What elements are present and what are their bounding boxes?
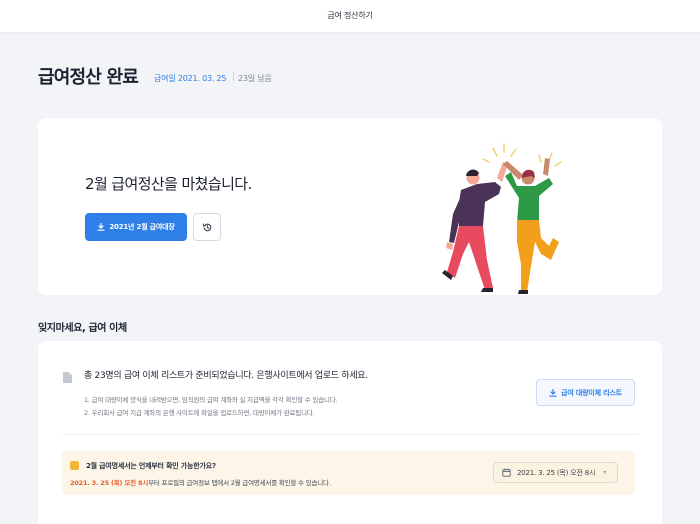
download-icon [549,388,557,397]
completion-card: 2월 급여정산을 마쳤습니다. 2021년 2월 급여대장 [38,118,662,295]
document-icon [63,372,72,383]
transfer-section-title: 잊지마세요, 급여 이체 [38,323,127,334]
transfer-title: 총 23명의 급여 이체 리스트가 준비되었습니다. 은행사이트에서 업로드 하… [84,371,368,381]
notice-highlight: 2021. 3. 25 (목) 오전 8시 [70,479,149,487]
payslip-datetime-value: 2021. 3. 25 (목) 오전 8시 [517,468,596,477]
notice-detail: 2021. 3. 25 (목) 오전 8시부터 프로필의 급여정보 탭에서 2월… [70,477,331,487]
top-bar: 급여 정산하기 [0,0,700,32]
notice-question: 2월 급여명세서는 언제부터 확인 가능한가요? [86,462,216,470]
completion-message: 2월 급여정산을 마쳤습니다. [85,175,252,193]
divider [62,434,638,435]
download-transfer-list-button[interactable]: 급여 대량이체 리스트 [536,379,635,406]
payslip-notice: 2월 급여명세서는 언제부터 확인 가능한가요? 2021. 3. 25 (목)… [62,451,635,495]
transfer-instruction-1: 1. 급여 대량이체 양식을 내려받으면, 임직원의 급여 계좌와 실 지급액을… [84,396,338,404]
payslip-datetime-select[interactable]: 2021. 3. 25 (목) 오전 8시 ▾ [493,462,618,483]
download-payroll-ledger-label: 2021년 2월 급여대장 [109,223,175,231]
notice-icon [70,461,79,470]
history-button[interactable] [193,213,221,241]
high-five-illustration [442,143,562,294]
top-bar-title: 급여 정산하기 [327,11,373,20]
transfer-instruction-2: 2. 우리회사 급여 지급 계좌의 은행 사이트에 파일을 업로드하면, 대량이… [84,409,315,417]
header-divider [233,72,234,81]
days-left: 23일 남음 [238,74,272,83]
calendar-icon [502,468,511,477]
notice-rest: 부터 프로필의 급여정보 탭에서 2월 급여명세서를 확인할 수 있습니다. [148,479,331,487]
download-payroll-ledger-button[interactable]: 2021년 2월 급여대장 [85,213,187,241]
transfer-card: 총 23명의 급여 이체 리스트가 준비되었습니다. 은행사이트에서 업로드 하… [38,341,662,524]
download-icon [97,223,105,231]
pay-date: 급여일 2021. 03. 25 [154,74,227,83]
history-icon [202,223,211,231]
download-transfer-list-label: 급여 대량이체 리스트 [561,388,622,397]
page-title: 급여정산 완료 [38,67,139,88]
chevron-down-icon: ▾ [603,469,607,476]
